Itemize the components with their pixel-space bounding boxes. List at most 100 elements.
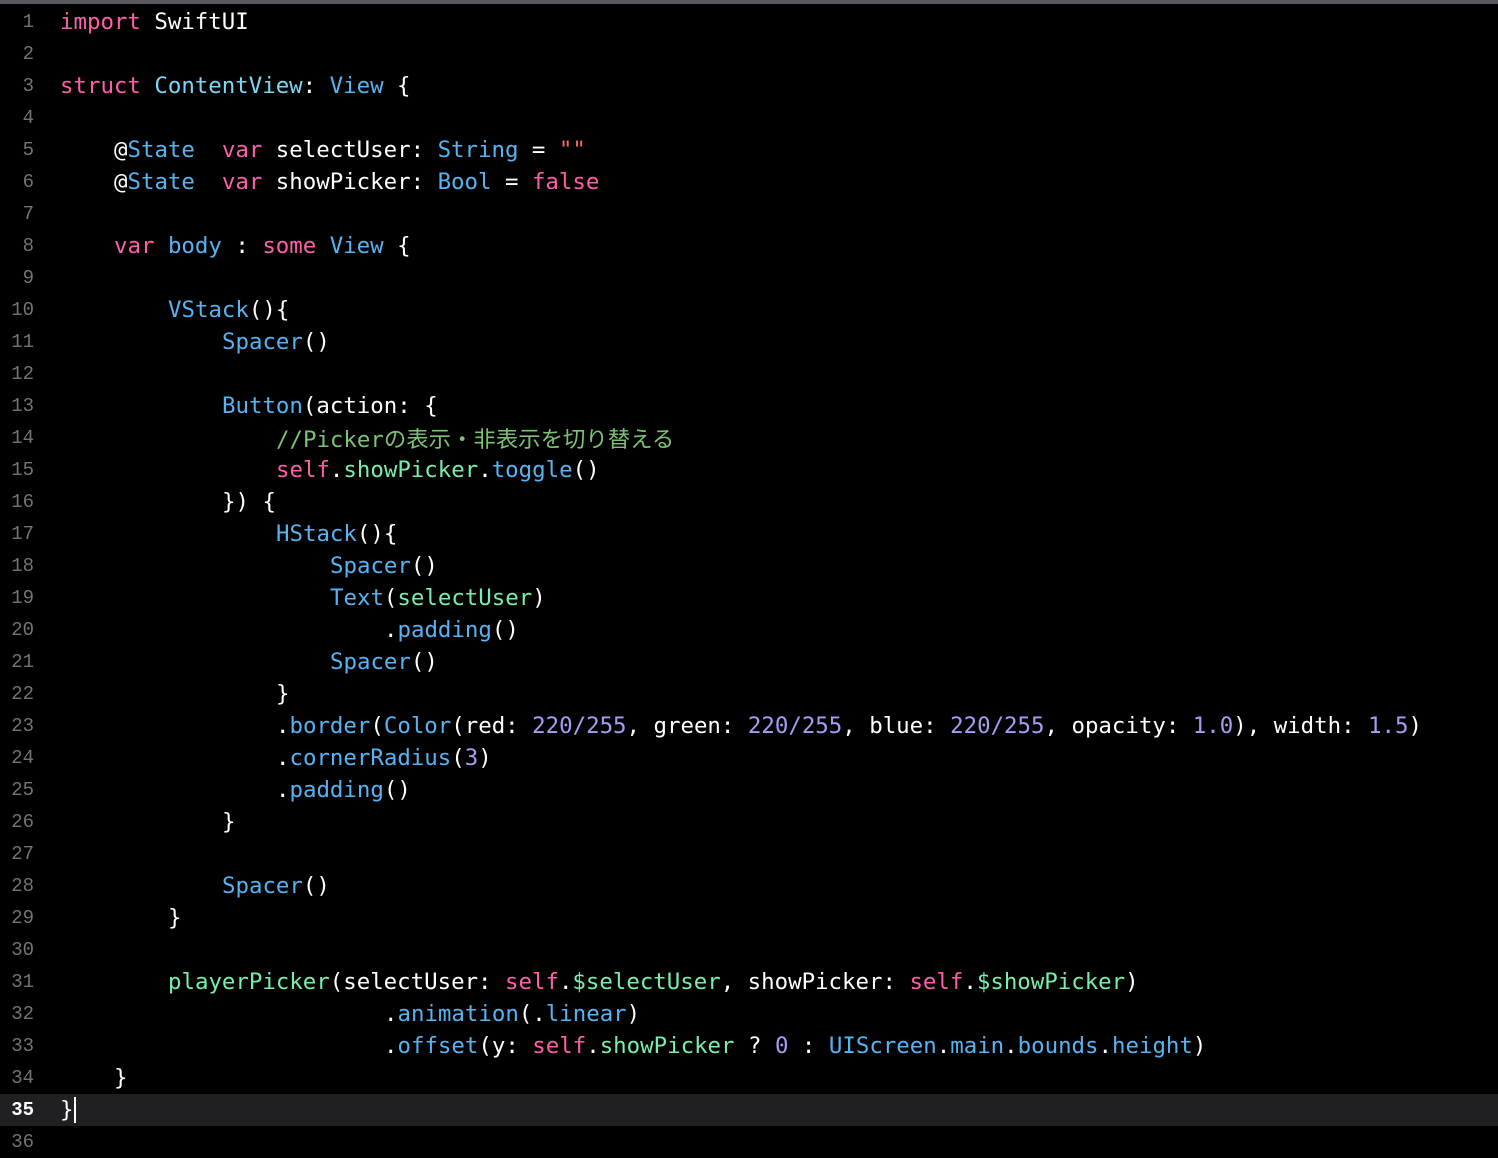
code-line[interactable]: 10 VStack(){ bbox=[0, 294, 1498, 326]
code-token: 220 bbox=[950, 713, 991, 739]
code-token: View bbox=[329, 233, 384, 259]
line-number: 27 bbox=[11, 843, 34, 865]
code-token: Color bbox=[383, 713, 452, 739]
code-token: View bbox=[329, 73, 384, 99]
code-token: UIScreen bbox=[828, 1033, 937, 1059]
code-line[interactable]: 30 bbox=[0, 934, 1498, 966]
code-line[interactable]: 6 @State var showPicker: Bool = false bbox=[0, 166, 1498, 198]
code-text: } bbox=[60, 1097, 77, 1124]
code-text: import SwiftUI bbox=[60, 9, 249, 35]
code-line[interactable]: 26} bbox=[0, 806, 1498, 838]
code-token: . bbox=[276, 713, 290, 739]
line-number: 5 bbox=[22, 139, 34, 161]
code-line[interactable]: 17 HStack(){ bbox=[0, 518, 1498, 550]
line-number: 13 bbox=[11, 395, 34, 417]
code-text: //Pickerの表示・非表示を切り替える bbox=[276, 422, 674, 454]
line-number: 29 bbox=[11, 907, 34, 929]
code-line[interactable]: 18 Spacer() bbox=[0, 550, 1498, 582]
code-line[interactable]: 20 .padding() bbox=[0, 614, 1498, 646]
code-token: //Pickerの表示・非表示を切り替える bbox=[276, 427, 675, 453]
code-token: border bbox=[289, 713, 371, 739]
code-text: Spacer() bbox=[222, 329, 330, 355]
code-line[interactable]: 21 Spacer() bbox=[0, 646, 1498, 678]
code-token: var bbox=[221, 169, 263, 195]
line-number: 9 bbox=[22, 267, 34, 289]
code-line[interactable]: 32 .animation(.linear) bbox=[0, 998, 1498, 1030]
code-token: $selectUser bbox=[572, 969, 721, 995]
code-token: ), width: bbox=[1233, 713, 1369, 739]
code-editor[interactable]: 1 import SwiftUI 2 3 struct ContentView: Vie… bbox=[0, 6, 1498, 1158]
code-token: padding bbox=[289, 777, 384, 803]
code-line[interactable]: 36 bbox=[0, 1126, 1498, 1158]
code-token: . bbox=[558, 969, 573, 995]
code-line[interactable]: 19 Text(selectUser) bbox=[0, 582, 1498, 614]
code-line[interactable]: 28 Spacer() bbox=[0, 870, 1498, 902]
code-line[interactable]: 1 import SwiftUI bbox=[0, 6, 1498, 38]
code-token: { bbox=[383, 73, 411, 99]
code-line[interactable]: 34} bbox=[0, 1062, 1498, 1094]
code-token: (selectUser: bbox=[329, 969, 506, 995]
code-token: . bbox=[936, 1033, 951, 1059]
code-line[interactable]: 14 //Pickerの表示・非表示を切り替える bbox=[0, 422, 1498, 454]
line-number: 23 bbox=[11, 715, 34, 737]
code-token: offset bbox=[397, 1033, 479, 1059]
code-line[interactable]: 25 .padding() bbox=[0, 774, 1498, 806]
code-line[interactable]: 31 playerPicker(selectUser: self.$selectU… bbox=[0, 966, 1498, 998]
code-line[interactable]: 2 bbox=[0, 38, 1498, 70]
code-token: selectUser: bbox=[262, 137, 438, 163]
line-number: 20 bbox=[11, 619, 34, 641]
code-text: self.showPicker.toggle() bbox=[276, 457, 600, 483]
code-token: : bbox=[302, 73, 330, 99]
code-token: ( bbox=[383, 585, 398, 611]
code-token: 0 bbox=[774, 1033, 789, 1059]
window-top-border bbox=[0, 0, 1498, 4]
code-token: (red: bbox=[451, 713, 533, 739]
code-token: struct bbox=[60, 73, 141, 99]
code-text: .offset(y: self.showPicker ? 0 : UIScree… bbox=[384, 1033, 1206, 1059]
code-token: . bbox=[384, 1001, 398, 1027]
code-line[interactable]: 4 bbox=[0, 102, 1498, 134]
code-token: () bbox=[572, 457, 600, 483]
code-text: @State var showPicker: Bool = false bbox=[114, 169, 599, 195]
code-token: showPicker bbox=[343, 457, 479, 483]
code-token: ) bbox=[1192, 1033, 1207, 1059]
code-token: = bbox=[518, 137, 559, 163]
code-token: , green: bbox=[626, 713, 748, 739]
code-token: Spacer bbox=[330, 649, 411, 675]
code-token: HStack bbox=[276, 521, 357, 547]
code-token: Bool bbox=[437, 169, 492, 195]
code-text: playerPicker(selectUser: self.$selectUse… bbox=[168, 969, 1139, 995]
code-token: $showPicker bbox=[976, 969, 1126, 995]
code-line[interactable]: 22} bbox=[0, 678, 1498, 710]
code-token: playerPicker bbox=[168, 969, 330, 995]
line-number: 19 bbox=[11, 587, 34, 609]
code-line[interactable]: 33 .offset(y: self.showPicker ? 0 : UIScr… bbox=[0, 1030, 1498, 1062]
code-line[interactable]: 16}) { bbox=[0, 486, 1498, 518]
line-number: 4 bbox=[22, 107, 34, 129]
code-line[interactable]: 27 bbox=[0, 838, 1498, 870]
code-token: linear bbox=[545, 1001, 627, 1027]
code-token: 255 bbox=[801, 713, 843, 739]
code-line[interactable]: 29} bbox=[0, 902, 1498, 934]
code-line[interactable]: 11 Spacer() bbox=[0, 326, 1498, 358]
code-line[interactable]: 7 bbox=[0, 198, 1498, 230]
code-line[interactable]: 5 @State var selectUser: String = "" bbox=[0, 134, 1498, 166]
code-token: / bbox=[990, 713, 1005, 739]
line-number: 18 bbox=[11, 555, 34, 577]
code-token: ? bbox=[734, 1033, 775, 1059]
line-number: 8 bbox=[22, 235, 34, 257]
line-number: 21 bbox=[11, 651, 34, 673]
code-line[interactable]: 8 var body : some View { bbox=[0, 230, 1498, 262]
code-token: Spacer bbox=[330, 553, 411, 579]
code-line[interactable]: 13 Button(action: { bbox=[0, 390, 1498, 422]
code-token: } bbox=[114, 1065, 128, 1091]
code-line[interactable]: 12 bbox=[0, 358, 1498, 390]
code-line[interactable]: 35} bbox=[0, 1094, 1498, 1126]
code-text: HStack(){ bbox=[276, 521, 397, 547]
code-line[interactable]: 23 .border(Color(red: 220/255, green: 220… bbox=[0, 710, 1498, 742]
code-line[interactable]: 9 bbox=[0, 262, 1498, 294]
code-line[interactable]: 3 struct ContentView: View { bbox=[0, 70, 1498, 102]
code-line[interactable]: 24 .cornerRadius(3) bbox=[0, 742, 1498, 774]
code-line[interactable]: 15 self.showPicker.toggle() bbox=[0, 454, 1498, 486]
